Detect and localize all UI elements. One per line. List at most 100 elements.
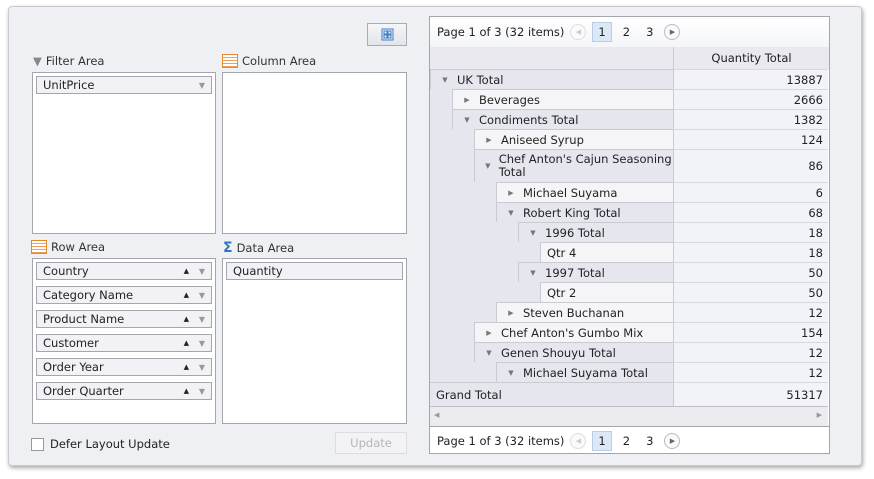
row-header[interactable]: ▼ 1996 Total xyxy=(518,222,673,242)
sort-ascending-icon[interactable]: ▲ xyxy=(184,267,189,275)
pager-bottom: Page 1 of 3 (32 items) ◀ 1 2 3 ▶ xyxy=(430,426,829,454)
filter-area-label: ▼ Filter Area xyxy=(33,54,104,68)
row-value: 86 xyxy=(673,149,828,182)
row-table-icon xyxy=(31,240,47,254)
row-label: Chef Anton's Cajun Seasoning Total xyxy=(498,152,672,179)
row-header[interactable]: ▼ Chef Anton's Cajun Seasoning Total xyxy=(474,149,673,182)
field-label: UnitPrice xyxy=(43,78,95,92)
row-headers: ▼ UK Total 13887 ▶ Beverages 2666 ▼ Condiments … xyxy=(430,69,828,406)
sort-ascending-icon[interactable]: ▲ xyxy=(184,315,189,323)
row-header[interactable]: Qtr 2 xyxy=(540,282,673,302)
field-item[interactable]: Category Name ▲ ▼ xyxy=(36,286,212,304)
sigma-icon: Σ xyxy=(223,240,233,256)
row-area-title: Row Area xyxy=(51,240,106,254)
field-item[interactable]: Customer ▲ ▼ xyxy=(36,334,212,352)
field-item[interactable]: Quantity xyxy=(226,262,403,280)
row-value: 18 xyxy=(673,222,828,242)
filter-icon[interactable]: ▼ xyxy=(199,267,205,276)
filter-icon[interactable]: ▼ xyxy=(199,315,205,324)
row-header[interactable]: ▼ 1997 Total xyxy=(518,262,673,282)
expand-arrow-icon[interactable]: ▶ xyxy=(503,189,519,197)
page-3-button[interactable]: 3 xyxy=(641,432,658,450)
collapse-arrow-icon[interactable]: ▼ xyxy=(459,116,475,124)
collapse-arrow-icon[interactable]: ▼ xyxy=(481,162,495,170)
horizontal-scrollbar[interactable]: ◀ ▶ xyxy=(430,406,828,427)
column-header-quantity-total[interactable]: Quantity Total xyxy=(673,47,829,69)
filter-icon[interactable]: ▼ xyxy=(199,339,205,348)
row-header[interactable]: ▶ Steven Buchanan xyxy=(496,302,673,322)
expand-arrow-icon[interactable]: ▶ xyxy=(481,136,497,144)
collapse-arrow-icon[interactable]: ▼ xyxy=(525,269,541,277)
filter-icon[interactable]: ▼ xyxy=(199,81,205,90)
row-value: 68 xyxy=(673,202,828,222)
row-value: 50 xyxy=(673,282,828,302)
row-header[interactable]: ▶ Chef Anton's Gumbo Mix xyxy=(474,322,673,342)
row-area-label: Row Area xyxy=(31,240,105,254)
filter-icon[interactable]: ▼ xyxy=(199,387,205,396)
scroll-right-icon[interactable]: ▶ xyxy=(817,411,822,419)
row-value: 18 xyxy=(673,242,828,262)
filter-icon[interactable]: ▼ xyxy=(199,363,205,372)
sort-ascending-icon[interactable]: ▲ xyxy=(184,387,189,395)
expand-arrow-icon[interactable]: ▶ xyxy=(503,309,519,317)
page-3-button[interactable]: 3 xyxy=(641,23,658,41)
layout-button[interactable] xyxy=(367,23,407,46)
page-2-button[interactable]: 2 xyxy=(618,23,635,41)
prev-page-icon[interactable]: ◀ xyxy=(570,24,587,40)
row-header[interactable]: ▼ Robert King Total xyxy=(496,202,673,222)
field-label: Order Year xyxy=(43,360,104,374)
row-header[interactable]: ▼ Genen Shouyu Total xyxy=(474,342,673,362)
row-header[interactable]: ▶ Beverages xyxy=(452,89,673,109)
grand-total-header[interactable]: Grand Total xyxy=(430,382,673,406)
data-area-label: Σ Data Area xyxy=(223,240,294,256)
pager-top: Page 1 of 3 (32 items) ◀ 1 2 3 ▶ xyxy=(430,17,829,48)
next-page-icon[interactable]: ▶ xyxy=(664,432,681,449)
next-page-icon[interactable]: ▶ xyxy=(664,24,681,40)
row-header[interactable]: ▶ Michael Suyama xyxy=(496,182,673,202)
row-area-box[interactable]: Country ▲ ▼ Category Name ▲ ▼ Product Name ▲ ▼ Cu… xyxy=(32,258,216,424)
row-value: 12 xyxy=(673,362,828,382)
collapse-arrow-icon[interactable]: ▼ xyxy=(525,229,541,237)
data-area-box[interactable]: Quantity xyxy=(222,258,407,424)
row-header[interactable]: Qtr 4 xyxy=(540,242,673,262)
collapse-arrow-icon[interactable]: ▼ xyxy=(503,369,519,377)
row-label: UK Total xyxy=(457,72,504,87)
field-label: Country xyxy=(43,264,89,278)
row-header[interactable]: ▶ Aniseed Syrup xyxy=(474,129,673,149)
scroll-left-icon[interactable]: ◀ xyxy=(434,411,439,419)
data-area-title: Data Area xyxy=(236,241,295,255)
grid-layout-icon xyxy=(381,28,393,41)
row-header[interactable]: ▼ UK Total xyxy=(430,69,673,89)
collapse-arrow-icon[interactable]: ▼ xyxy=(481,349,497,357)
filter-icon[interactable]: ▼ xyxy=(199,291,205,300)
row-header[interactable]: ▼ Michael Suyama Total xyxy=(496,362,673,382)
page-2-button[interactable]: 2 xyxy=(618,432,635,450)
expand-arrow-icon[interactable]: ▶ xyxy=(459,96,475,104)
field-item[interactable]: Product Name ▲ ▼ xyxy=(36,310,212,328)
filter-area-box[interactable]: UnitPrice ▼ xyxy=(32,72,216,234)
row-value: 124 xyxy=(673,129,828,149)
field-item[interactable]: Order Quarter ▲ ▼ xyxy=(36,382,212,400)
defer-checkbox[interactable] xyxy=(31,437,44,451)
field-item[interactable]: UnitPrice ▼ xyxy=(36,76,212,94)
defer-layout-update[interactable]: Defer Layout Update xyxy=(31,437,170,451)
row-label: Genen Shouyu Total xyxy=(501,345,616,360)
column-area-box[interactable] xyxy=(222,72,407,234)
pager-summary: Page 1 of 3 (32 items) xyxy=(437,25,565,39)
page-1-button[interactable]: 1 xyxy=(592,430,612,451)
collapse-arrow-icon[interactable]: ▼ xyxy=(437,76,453,84)
update-button[interactable]: Update xyxy=(335,432,407,454)
row-header[interactable]: ▼ Condiments Total xyxy=(452,109,673,129)
collapse-arrow-icon[interactable]: ▼ xyxy=(503,209,519,217)
expand-arrow-icon[interactable]: ▶ xyxy=(481,329,497,337)
row-value: 154 xyxy=(673,322,828,342)
filter-icon: ▼ xyxy=(33,54,42,68)
prev-page-icon[interactable]: ◀ xyxy=(570,432,587,449)
page-1-button[interactable]: 1 xyxy=(592,22,612,42)
sort-ascending-icon[interactable]: ▲ xyxy=(184,363,189,371)
grand-total-value: 51317 xyxy=(673,382,828,406)
field-item[interactable]: Country ▲ ▼ xyxy=(36,262,212,280)
field-item[interactable]: Order Year ▲ ▼ xyxy=(36,358,212,376)
sort-ascending-icon[interactable]: ▲ xyxy=(184,339,189,347)
sort-ascending-icon[interactable]: ▲ xyxy=(184,291,189,299)
